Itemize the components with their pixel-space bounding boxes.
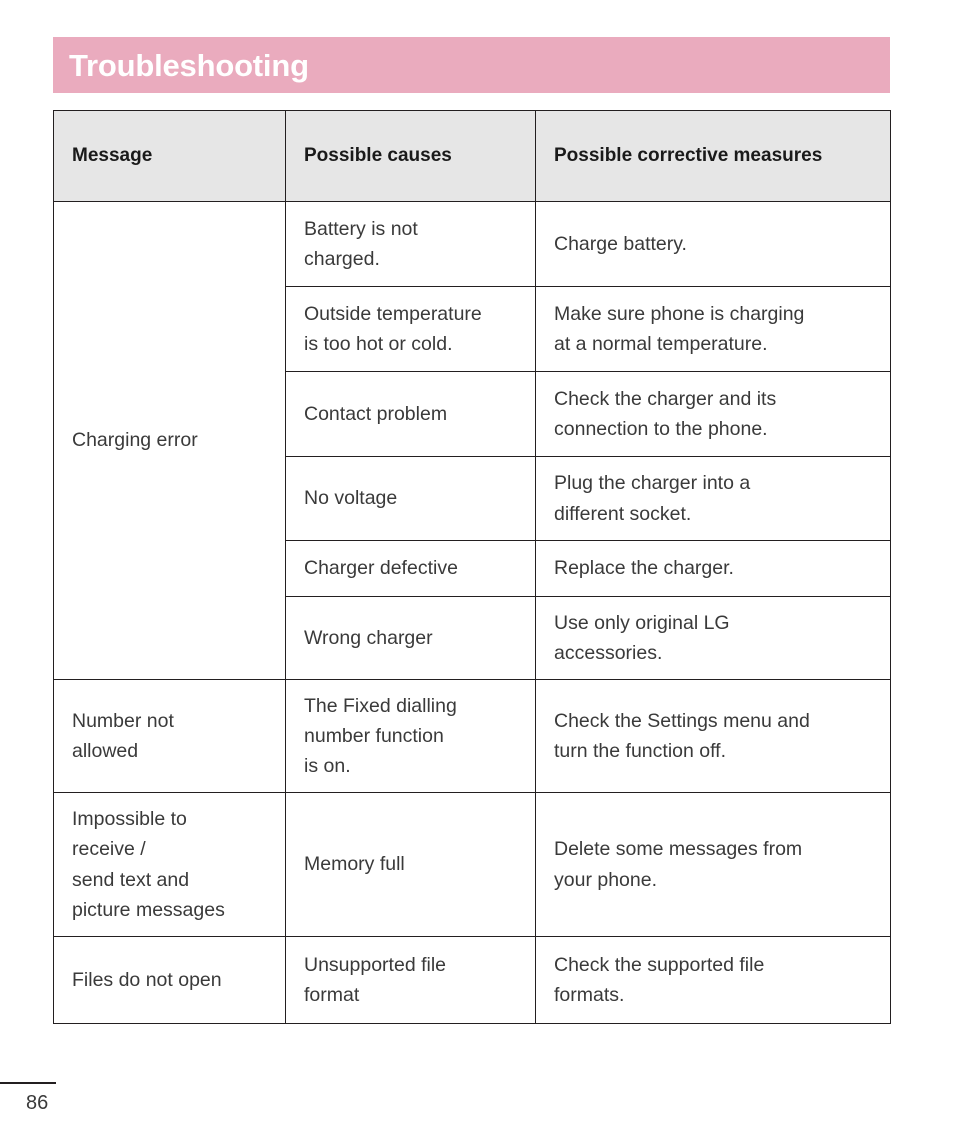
cell-text-line: picture messages <box>72 898 225 921</box>
cell-text-line: send text and <box>72 868 190 891</box>
page-title-banner: Troubleshooting <box>53 37 890 93</box>
cell-text-line: Contact problem <box>304 402 448 425</box>
cell-message-impossible-to-receive-send: Impossible to receive / send text and pi… <box>53 792 286 937</box>
cell-text-line: Charge battery. <box>554 232 687 255</box>
cell-corrective-measure: Check the charger and its connection to … <box>535 371 891 457</box>
cell-text-line: Outside temperature <box>304 302 482 325</box>
cell-text-line: Plug the charger into a <box>554 472 751 495</box>
cell-message-charging-error: Charging error <box>53 201 286 680</box>
cell-corrective-measure: Replace the charger. <box>535 540 891 597</box>
cell-cause: Charger defective <box>285 540 536 597</box>
cell-message-files-do-not-open: Files do not open <box>53 936 286 1024</box>
cell-text-line: connection to the phone. <box>554 418 768 440</box>
column-header-message: Message <box>53 110 286 202</box>
cell-text-line: accessories. <box>554 642 663 664</box>
table-body: Charging error Battery is not charged. C… <box>53 201 891 1024</box>
table-row: Impossible to receive / send text and pi… <box>53 792 891 937</box>
cell-text-line: Use only original LG <box>554 611 730 634</box>
cell-text-line: Charger defective <box>304 557 458 580</box>
cell-text-line: Memory full <box>304 853 405 876</box>
cell-text-line: Unsupported file <box>304 953 447 976</box>
cell-text-line: number function <box>304 724 444 747</box>
cell-message-number-not-allowed: Number not allowed <box>53 679 286 793</box>
table-row: Charging error Battery is not charged. C… <box>53 201 891 680</box>
cell-corrective-measure: Delete some messages from your phone. <box>535 792 891 937</box>
cell-text-line: receive / <box>72 838 146 861</box>
cell-text-line: at a normal temperature. <box>554 333 768 355</box>
cell-text-line: Impossible to <box>72 808 187 831</box>
cell-text-line: is too hot or cold. <box>304 333 453 355</box>
column-header-possible-causes: Possible causes <box>285 110 536 202</box>
cell-text-line: your phone. <box>554 868 657 891</box>
cell-text-line: Charging error <box>72 429 198 452</box>
cell-text-line: Replace the charger. <box>554 557 734 580</box>
cell-text-line: is on. <box>304 755 351 778</box>
cell-cause: Unsupported file format <box>285 936 536 1024</box>
cell-text-line: Wrong charger <box>304 626 433 649</box>
cell-corrective-measure: Plug the charger into a different socket… <box>535 456 891 541</box>
cell-text-line: The Fixed dialling <box>304 694 457 717</box>
cell-text-line: format <box>304 984 360 1006</box>
troubleshooting-table-container: Message Possible causes Possible correct… <box>53 110 891 1024</box>
cell-text-line: charged. <box>304 248 380 270</box>
cell-text-line: Delete some messages from <box>554 838 803 861</box>
table-row: Files do not open Unsupported file forma… <box>53 936 891 1024</box>
cell-corrective-measure: Check the Settings menu and turn the fun… <box>535 679 891 793</box>
table-header-row: Message Possible causes Possible correct… <box>53 110 891 202</box>
cell-text-line: different socket. <box>554 502 692 525</box>
cell-cause: The Fixed dialling number function is on… <box>285 679 536 793</box>
cell-corrective-measure: Make sure phone is charging at a normal … <box>535 286 891 372</box>
cell-text-line: Number not <box>72 709 174 732</box>
cell-text-line: Check the charger and its <box>554 387 777 410</box>
cell-cause: Outside temperature is too hot or cold. <box>285 286 536 372</box>
cell-cause: Wrong charger <box>285 596 536 680</box>
cell-cause: Contact problem <box>285 371 536 457</box>
cell-cause: Memory full <box>285 792 536 937</box>
cell-text-line: formats. <box>554 984 625 1006</box>
table-row: Number not allowed The Fixed dialling nu… <box>53 679 891 793</box>
cell-text-line: allowed <box>72 740 139 762</box>
cell-text-line: Files do not open <box>72 968 222 991</box>
cell-corrective-measure: Charge battery. <box>535 201 891 287</box>
page-title: Troubleshooting <box>69 47 309 83</box>
cell-corrective-measure: Check the supported file formats. <box>535 936 891 1024</box>
table-header: Message Possible causes Possible correct… <box>53 110 891 202</box>
cell-text-line: Check the supported file <box>554 953 765 976</box>
cell-cause: No voltage <box>285 456 536 541</box>
cell-text-line: No voltage <box>304 487 398 510</box>
page-number: 86 <box>26 1092 49 1114</box>
cell-text-line: Make sure phone is charging <box>554 302 805 325</box>
cell-cause: Battery is not charged. <box>285 201 536 287</box>
column-header-possible-corrective-measures: Possible corrective measures <box>535 110 891 202</box>
cell-text-line: Check the Settings menu and <box>554 709 810 732</box>
cell-corrective-measure: Use only original LG accessories. <box>535 596 891 680</box>
troubleshooting-table: Message Possible causes Possible correct… <box>53 110 891 1024</box>
footer-divider <box>0 1082 56 1084</box>
cell-text-line: Battery is not <box>304 217 418 240</box>
cell-text-line: turn the function off. <box>554 740 727 762</box>
